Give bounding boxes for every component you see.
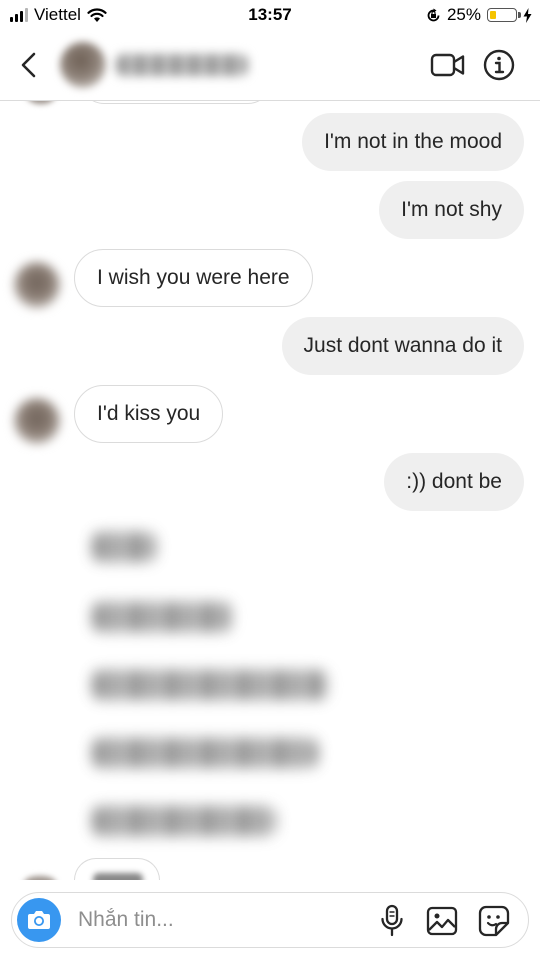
info-button[interactable] bbox=[483, 49, 515, 81]
contact-avatar[interactable] bbox=[14, 262, 60, 308]
video-camera-icon bbox=[430, 53, 465, 77]
camera-button[interactable] bbox=[17, 898, 61, 942]
redacted-message bbox=[92, 532, 156, 562]
message-input[interactable] bbox=[78, 901, 368, 939]
image-icon bbox=[426, 906, 458, 936]
message-bubble-sent[interactable]: Just dont wanna do it bbox=[281, 317, 524, 375]
contact-avatar[interactable] bbox=[14, 398, 60, 444]
orientation-lock-icon bbox=[427, 8, 440, 21]
microphone-icon bbox=[381, 904, 403, 937]
conversation-header bbox=[0, 30, 540, 101]
battery-percent: 25% bbox=[446, 5, 481, 24]
redacted-message bbox=[92, 806, 276, 836]
battery-level bbox=[490, 11, 496, 19]
status-right: 25% bbox=[426, 5, 532, 25]
back-button[interactable] bbox=[14, 47, 44, 83]
battery-icon bbox=[487, 8, 521, 22]
message-bubble-sent[interactable]: I'm not in the mood bbox=[302, 113, 524, 171]
contact-avatar[interactable] bbox=[60, 42, 106, 88]
status-bar: Viettel 13:57 25% bbox=[0, 0, 540, 30]
video-call-button[interactable] bbox=[430, 50, 466, 80]
message-bubble-received[interactable]: I'd kiss you bbox=[74, 385, 224, 443]
message-bubble-received[interactable]: I wish you were here bbox=[74, 249, 313, 307]
camera-icon bbox=[28, 911, 50, 929]
chevron-left-icon bbox=[21, 52, 36, 78]
voice-message-button[interactable] bbox=[378, 904, 406, 938]
redacted-message bbox=[92, 738, 318, 768]
message-bubble-sent[interactable]: :)) dont be bbox=[384, 453, 524, 511]
gallery-button[interactable] bbox=[426, 905, 458, 937]
sticker-icon bbox=[478, 905, 510, 937]
redacted-message bbox=[92, 602, 232, 632]
direct-message-screen: Viettel 13:57 25% I'm not in the mood I'… bbox=[0, 0, 540, 960]
contact-name[interactable] bbox=[116, 54, 248, 76]
redacted-message bbox=[92, 670, 328, 700]
message-bubble-sent[interactable]: I'm not shy bbox=[379, 181, 524, 239]
info-icon bbox=[483, 49, 515, 81]
message-composer bbox=[11, 892, 529, 948]
sticker-button[interactable] bbox=[478, 905, 510, 937]
charging-bolt-icon bbox=[523, 7, 532, 23]
